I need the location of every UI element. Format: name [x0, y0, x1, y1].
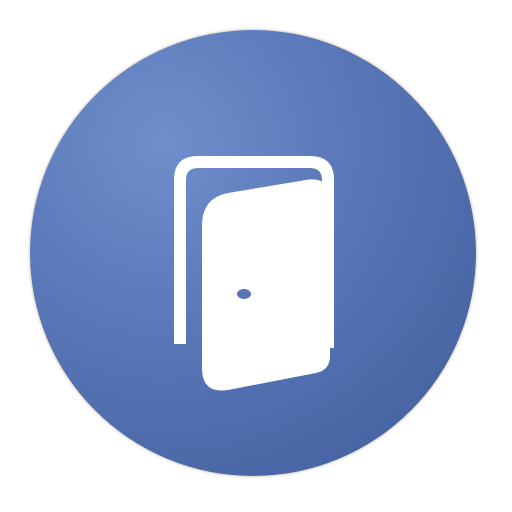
- door-icon: [174, 156, 334, 391]
- exit-door-button[interactable]: [30, 30, 476, 476]
- icon-canvas: [0, 0, 512, 512]
